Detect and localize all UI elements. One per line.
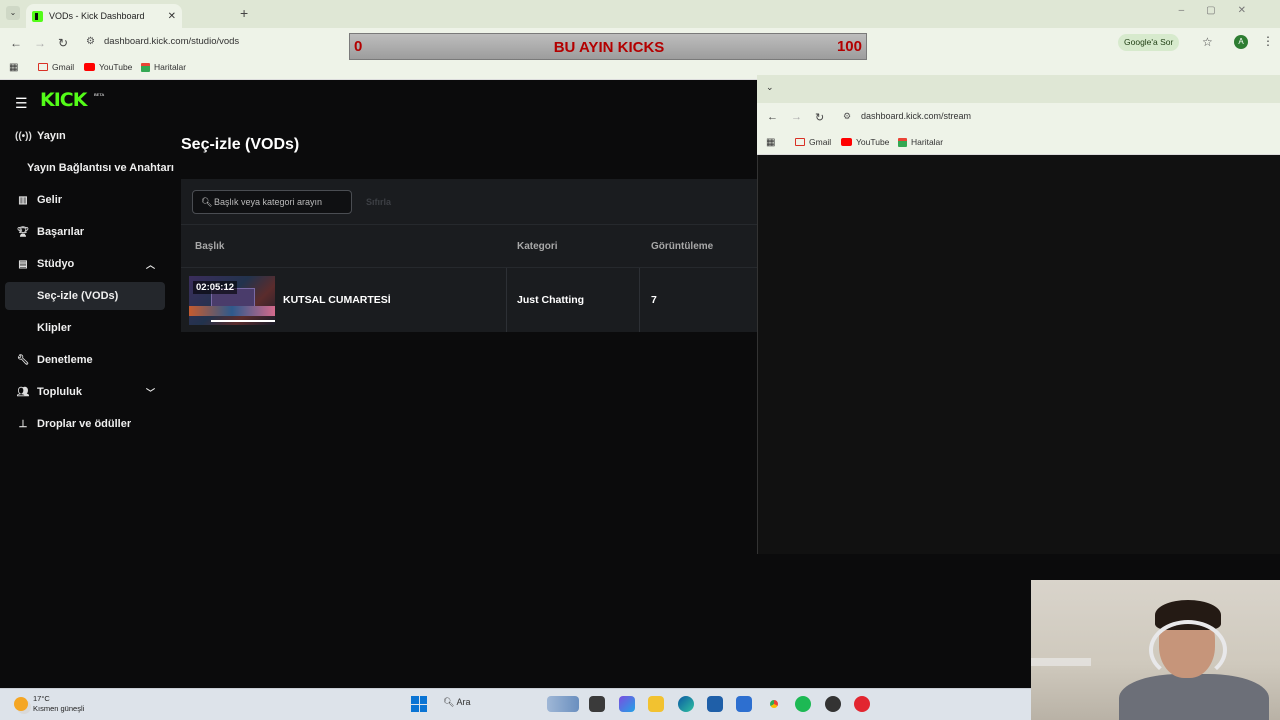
copilot-icon[interactable] <box>619 696 635 712</box>
vod-views: 7 <box>651 294 657 306</box>
new-tab-button[interactable]: + <box>240 5 248 21</box>
broadcast-icon: ((•)) <box>15 130 32 142</box>
file-explorer-icon[interactable] <box>648 696 664 712</box>
url-text: dashboard.kick.com/studio/vods <box>104 36 240 47</box>
search-input[interactable]: 🔍︎ Başlık veya kategori arayın <box>192 190 352 214</box>
maps-icon <box>898 137 907 147</box>
reset-button[interactable]: Sıfırla <box>366 197 391 207</box>
sidebar-item-klipler[interactable]: Klipler <box>0 314 175 342</box>
tab-list-chevron-icon[interactable]: ⌄ <box>6 6 20 20</box>
drops-icon: ⊥ <box>18 418 28 430</box>
profile-avatar[interactable]: A <box>1234 35 1248 49</box>
second-window-address-bar: ← → ↻ ⚙ <box>757 103 1280 131</box>
sidebar-item-vods[interactable]: Seç-izle (VODs) <box>5 282 165 310</box>
site-info-icon[interactable]: ⚙ <box>843 111 851 122</box>
column-header-views[interactable]: Görüntüleme <box>651 241 713 252</box>
store-icon[interactable] <box>707 696 723 712</box>
hamburger-menu-icon[interactable]: ☰ <box>15 95 28 112</box>
back-arrow-icon[interactable]: ← <box>767 111 778 123</box>
studio-icon: ▤ <box>18 258 28 270</box>
weather-condition: Kısmen güneşli <box>33 704 85 713</box>
chevron-up-icon[interactable]: ︿ <box>146 258 155 271</box>
forward-arrow-icon[interactable]: → <box>34 36 46 50</box>
task-view-icon[interactable] <box>589 696 605 712</box>
obs-icon[interactable] <box>825 696 841 712</box>
chrome-icon[interactable] <box>766 696 782 712</box>
sidebar-item-topluluk[interactable]: 👥︎ Topluluk ﹀ <box>0 378 175 406</box>
goal-title: BU AYIN KICKS <box>553 39 665 56</box>
bookmark-youtube[interactable]: YouTube <box>841 137 889 147</box>
trophy-icon: 🏆︎ <box>16 226 30 238</box>
spotify-icon[interactable] <box>795 696 811 712</box>
kick-logo[interactable]: KICK <box>40 89 87 111</box>
apps-grid-icon[interactable]: ▦ <box>766 137 775 148</box>
maps-icon <box>141 62 150 72</box>
sidebar-item-gelir[interactable]: ▥ Gelir <box>0 186 175 214</box>
beta-badge: BETA <box>94 92 105 97</box>
vod-duration-badge: 02:05:12 <box>193 281 238 294</box>
reload-icon[interactable]: ↻ <box>58 36 68 50</box>
chevron-down-icon[interactable]: ﹀ <box>146 386 155 399</box>
edge-icon[interactable] <box>678 696 694 712</box>
apps-grid-icon[interactable]: ▦ <box>9 62 18 73</box>
app-icon[interactable] <box>854 696 870 712</box>
goal-target-value: 100 <box>836 38 862 55</box>
column-divider <box>639 268 640 332</box>
reload-icon[interactable]: ↻ <box>815 111 824 124</box>
bookmark-youtube[interactable]: YouTube <box>84 62 132 72</box>
wrench-icon: 🔧︎ <box>16 354 30 366</box>
google-ask-button[interactable]: Google'a Sor <box>1118 34 1180 51</box>
column-header-title[interactable]: Başlık <box>195 241 224 252</box>
kicks-goal-overlay: 0 BU AYIN KICKS 100 <box>349 33 867 60</box>
sidebar-item-stream-key[interactable]: Yayın Bağlantısı ve Anahtarı <box>0 154 175 182</box>
sidebar-item-basarilar[interactable]: 🏆︎ Başarılar <box>0 218 175 246</box>
gmail-icon <box>38 63 48 71</box>
bookmark-maps[interactable]: Haritalar <box>898 137 943 147</box>
column-divider <box>506 268 507 332</box>
taskbar-search[interactable]: 🔍︎ Ara <box>443 697 470 708</box>
column-header-category[interactable]: Kategori <box>517 241 558 252</box>
back-arrow-icon[interactable]: ← <box>10 36 22 50</box>
taskbar <box>0 688 1031 720</box>
tab-close-icon[interactable]: ✕ <box>168 11 176 22</box>
browser-menu-icon[interactable]: ⋮ <box>1262 34 1274 48</box>
vod-title[interactable]: KUTSAL CUMARTESİ <box>283 294 391 306</box>
browser-tab[interactable]: VODs - Kick Dashboard ✕ <box>26 4 182 28</box>
second-window-tab-list-icon[interactable]: ⌄ <box>766 82 774 93</box>
sidebar-item-studyo[interactable]: ▤ Stüdyo ︿ <box>0 250 175 278</box>
sidebar-item-yayin[interactable]: ((•)) Yayın <box>0 122 175 150</box>
bookmark-gmail[interactable]: Gmail <box>38 62 74 72</box>
vod-category: Just Chatting <box>517 294 585 306</box>
gmail-icon <box>795 138 805 146</box>
search-highlight-icon[interactable] <box>547 696 579 712</box>
second-window-tab-bar <box>757 75 1280 103</box>
page-title: Seç-izle (VODs) <box>181 136 300 153</box>
browser-tab-bar <box>0 0 1280 28</box>
weather-sun-icon <box>14 697 28 711</box>
chart-icon: ▥ <box>18 194 28 206</box>
sidebar-item-droplar[interactable]: ⊥ Droplar ve ödüller <box>0 410 175 438</box>
second-window-bookmarks-bar: ▦ Gmail YouTube Haritalar <box>757 131 1280 155</box>
forward-arrow-icon[interactable]: → <box>791 111 802 123</box>
sidebar-item-denetleme[interactable]: 🔧︎ Denetleme <box>0 346 175 374</box>
tab-title: VODs - Kick Dashboard <box>49 11 145 21</box>
temperature: 17°C <box>33 694 50 703</box>
search-icon: 🔍︎ <box>201 197 213 207</box>
youtube-icon <box>84 63 95 71</box>
users-icon: 👥︎ <box>16 386 30 398</box>
site-info-icon[interactable]: ⚙ <box>86 33 95 51</box>
search-placeholder: Başlık veya kategori arayın <box>214 197 323 207</box>
windows-start-icon[interactable] <box>411 696 427 712</box>
webcam-overlay <box>1031 580 1280 720</box>
second-window-url[interactable]: dashboard.kick.com/stream <box>861 111 971 121</box>
weather-widget[interactable]: 17°C Kısmen güneşli <box>14 694 84 714</box>
kick-favicon-icon <box>32 10 43 22</box>
outlook-icon[interactable] <box>736 696 752 712</box>
bookmark-maps[interactable]: Haritalar <box>141 62 186 72</box>
bookmark-star-icon[interactable]: ☆ <box>1202 35 1213 49</box>
window-controls[interactable]: –▢✕ <box>1179 5 1268 16</box>
youtube-icon <box>841 138 852 146</box>
bookmark-gmail[interactable]: Gmail <box>795 137 831 147</box>
